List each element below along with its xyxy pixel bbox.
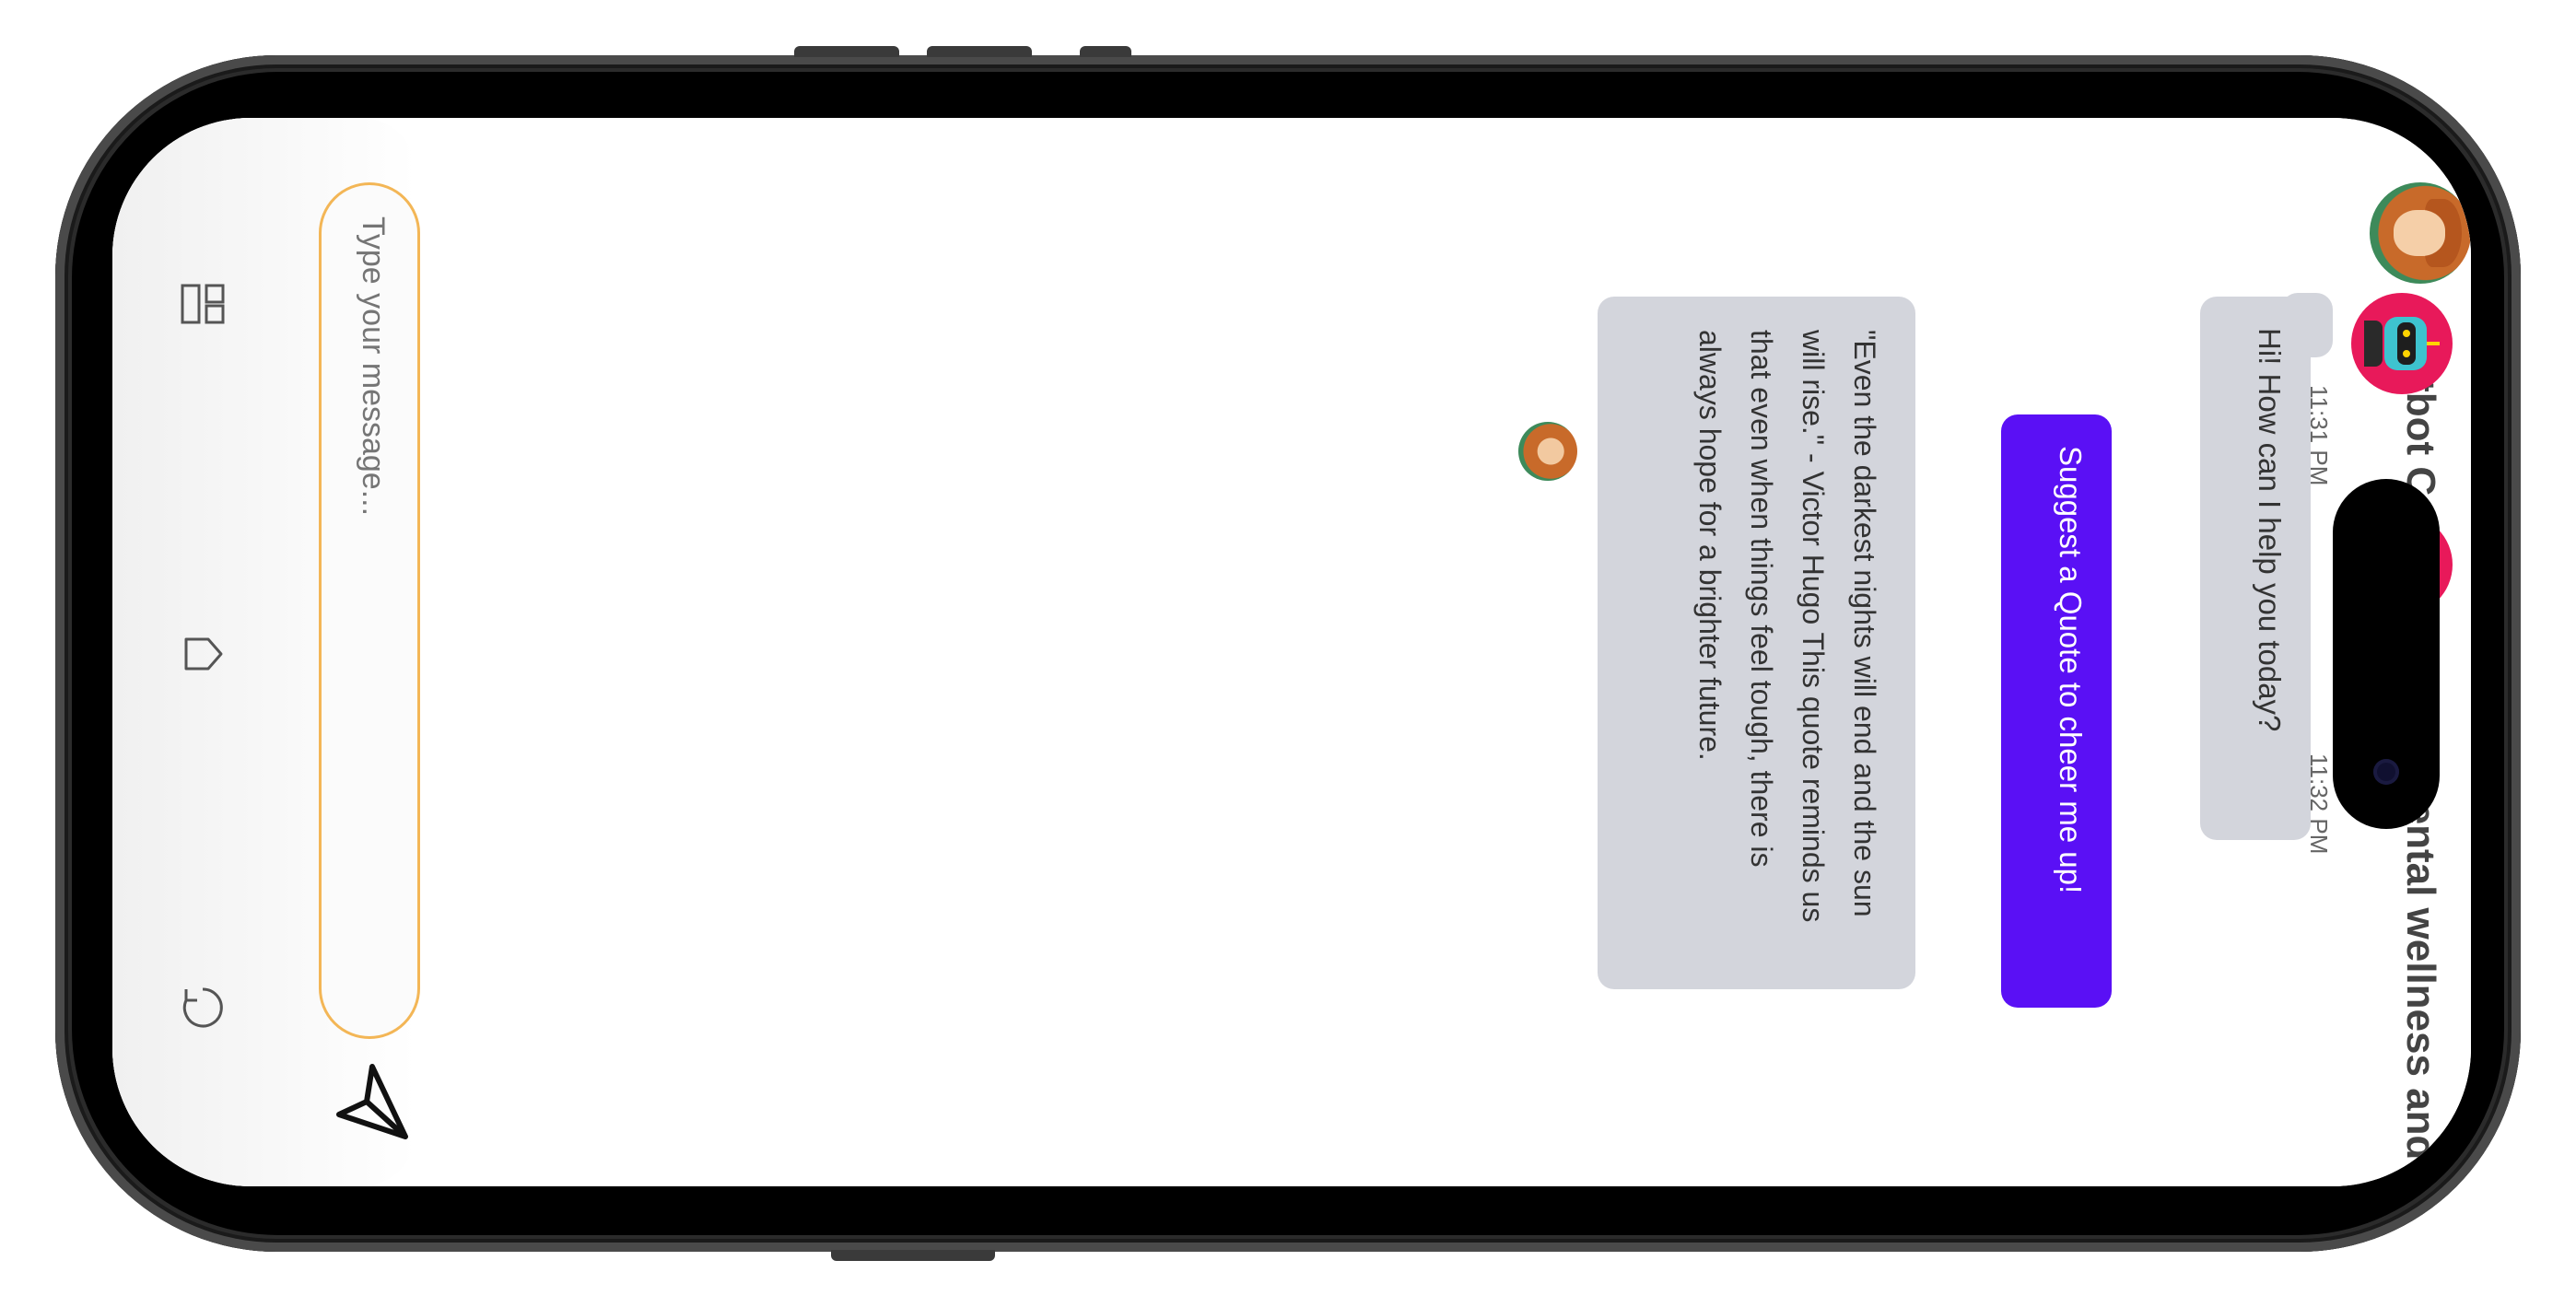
message-time: 11:32 PM xyxy=(2305,753,2333,855)
message-input[interactable] xyxy=(349,215,397,974)
robot-avatar-icon xyxy=(2351,514,2453,615)
user-avatar-icon xyxy=(2370,182,2471,284)
message-time: 11:32 PM xyxy=(2241,496,2268,597)
home-icon xyxy=(184,637,223,671)
send-icon xyxy=(336,1064,408,1139)
nav-back-button[interactable] xyxy=(175,980,230,1035)
message-time: 11:31 PM xyxy=(2305,385,2333,486)
robot-avatar-icon xyxy=(2351,293,2453,394)
recents-icon xyxy=(181,284,225,324)
screen: Chatbot Companion for mental wellness an… xyxy=(112,118,2471,1186)
volume-button xyxy=(927,46,1032,57)
page-title: Chatbot Companion for mental wellness an… xyxy=(2398,302,2443,1161)
action-button xyxy=(1080,46,1131,57)
nav-recents-button[interactable] xyxy=(175,276,230,332)
app-portrait-view: Chatbot Companion for mental wellness an… xyxy=(112,118,2471,1186)
back-icon xyxy=(182,987,223,1028)
power-button xyxy=(831,1250,995,1261)
user-avatar-icon xyxy=(1518,422,1577,481)
message-bubble-bot xyxy=(2281,293,2333,357)
send-button[interactable] xyxy=(328,1057,416,1146)
volume-button xyxy=(794,46,899,57)
nav-home-button[interactable] xyxy=(175,626,230,682)
